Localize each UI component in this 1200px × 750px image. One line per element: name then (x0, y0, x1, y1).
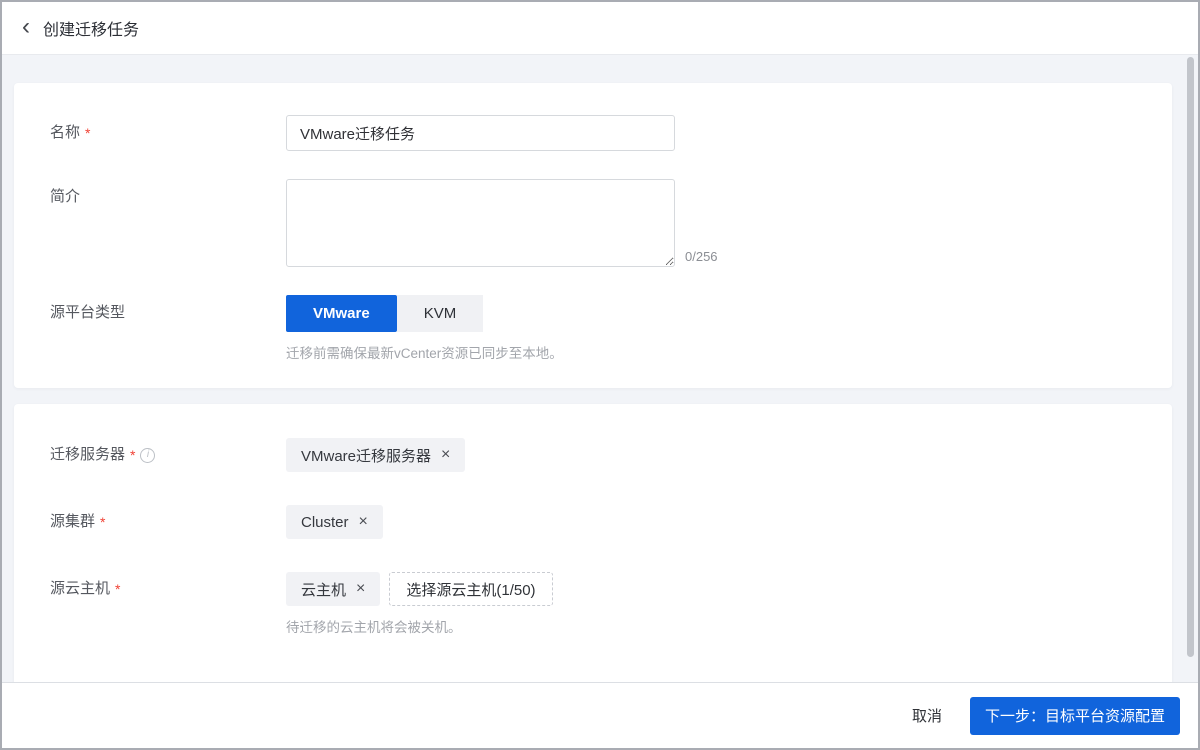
server-field-row: 迁移服务器* i VMware迁移服务器 × (50, 438, 1136, 472)
required-asterisk: * (115, 572, 120, 606)
server-tag-row: VMware迁移服务器 × (286, 438, 465, 472)
select-source-host-button[interactable]: 选择源云主机(1/50) (389, 572, 552, 606)
host-field-row: 源云主机* 云主机 × 选择源云主机(1/50) 待迁移的云主机将会被关机。 (50, 572, 1136, 636)
close-icon[interactable]: × (359, 514, 368, 530)
intro-label: 简介 (50, 179, 286, 215)
next-step-button[interactable]: 下一步：目标平台资源配置 (970, 697, 1180, 735)
page-header: ‹ 创建迁移任务 (2, 2, 1198, 55)
content-area: 名称* 简介 0/256 源平台类型 VMware (2, 55, 1198, 682)
basic-info-card: 名称* 简介 0/256 源平台类型 VMware (14, 83, 1172, 388)
intro-textarea-wrap: 0/256 (286, 179, 718, 267)
cancel-button[interactable]: 取消 (912, 705, 942, 726)
source-selection-card: 迁移服务器* i VMware迁移服务器 × 源集群* Cluster (14, 404, 1172, 682)
info-icon[interactable]: i (140, 448, 155, 463)
intro-field-row: 简介 0/256 (50, 179, 1136, 267)
platform-label: 源平台类型 (50, 295, 286, 331)
cluster-field-row: 源集群* Cluster × (50, 505, 1136, 539)
host-tag: 云主机 × (286, 572, 380, 606)
char-counter: 0/256 (685, 249, 718, 267)
page-title: 创建迁移任务 (43, 16, 139, 40)
required-asterisk: * (100, 505, 105, 539)
host-label: 源云主机* (50, 572, 286, 606)
required-asterisk: * (130, 438, 135, 472)
server-label: 迁移服务器* i (50, 438, 286, 472)
platform-field-row: 源平台类型 VMware KVM 迁移前需确保最新vCenter资源已同步至本地… (50, 295, 1136, 362)
host-hint: 待迁移的云主机将会被关机。 (286, 616, 553, 636)
name-input[interactable] (286, 115, 675, 151)
platform-segmented-control: VMware KVM (286, 295, 563, 332)
required-asterisk: * (85, 115, 90, 151)
footer-bar: 取消 下一步：目标平台资源配置 (2, 682, 1198, 748)
scrollbar-thumb[interactable] (1187, 57, 1194, 657)
platform-control: VMware KVM 迁移前需确保最新vCenter资源已同步至本地。 (286, 295, 563, 362)
close-icon[interactable]: × (441, 447, 450, 463)
host-tag-row: 云主机 × 选择源云主机(1/50) (286, 572, 553, 606)
cluster-label: 源集群* (50, 505, 286, 539)
cluster-tag: Cluster × (286, 505, 383, 539)
server-tag: VMware迁移服务器 × (286, 438, 465, 472)
name-field-row: 名称* (50, 115, 1136, 151)
platform-option-kvm[interactable]: KVM (397, 295, 484, 332)
platform-hint: 迁移前需确保最新vCenter资源已同步至本地。 (286, 342, 563, 362)
cluster-tag-row: Cluster × (286, 505, 383, 539)
platform-option-vmware[interactable]: VMware (286, 295, 397, 332)
name-label: 名称* (50, 115, 286, 151)
host-control: 云主机 × 选择源云主机(1/50) 待迁移的云主机将会被关机。 (286, 572, 553, 636)
back-icon[interactable]: ‹ (22, 15, 30, 39)
create-migration-task-page: ‹ 创建迁移任务 名称* 简介 0/256 (0, 0, 1200, 750)
close-icon[interactable]: × (356, 581, 365, 597)
intro-textarea[interactable] (286, 179, 675, 267)
